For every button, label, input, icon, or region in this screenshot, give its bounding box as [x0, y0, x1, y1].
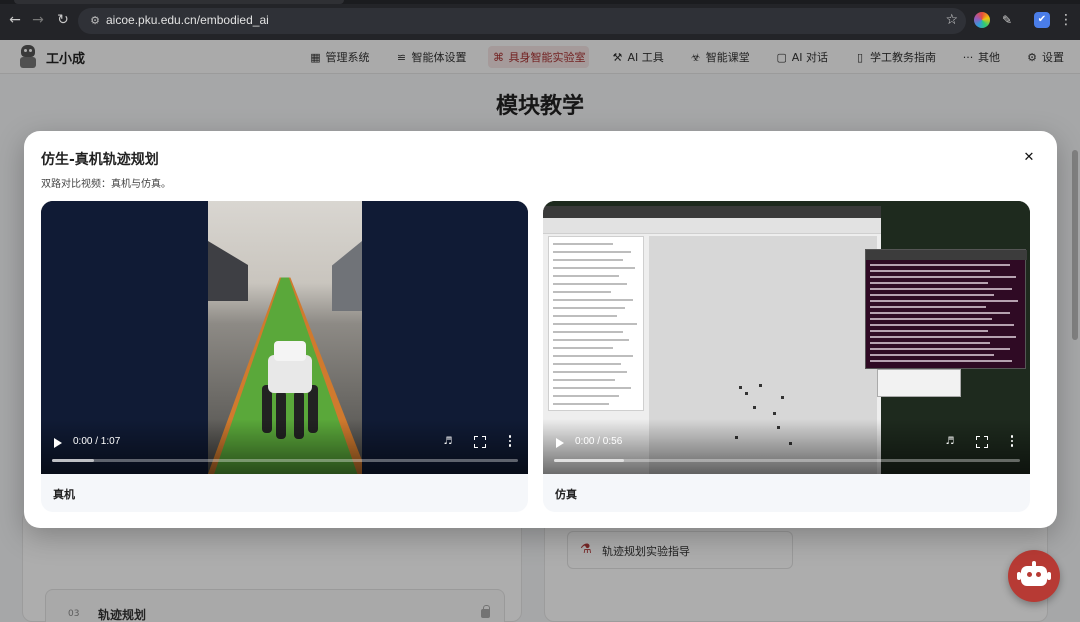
reload-icon[interactable]: ↻ — [54, 11, 72, 29]
assistant-button[interactable] — [1008, 550, 1060, 602]
video-caption-real: 真机 — [53, 488, 75, 501]
browser-chrome: ← → ↻ ⚙ aicoe.pku.edu.cn/embodied_ai ☆ ✎… — [0, 0, 1080, 40]
progress-track[interactable] — [52, 459, 518, 462]
profile-icon[interactable]: ✔ — [1034, 12, 1050, 28]
more-options-icon[interactable] — [1010, 435, 1014, 449]
bookmark-star-icon[interactable]: ☆ — [945, 12, 958, 28]
video-controls: 0:00 / 1:07 ♬ — [41, 419, 528, 474]
progress-track[interactable] — [554, 459, 1020, 462]
robot-face-icon — [1021, 566, 1047, 586]
video-controls: 0:00 / 0:56 ♬ — [543, 419, 1030, 474]
video-modal: 仿生-真机轨迹规划 双路对比视频：真机与仿真。 ✕ 0:00 / 1:07 ♬ … — [24, 131, 1057, 528]
browser-menu-icon[interactable]: ⋮ — [1058, 12, 1074, 28]
video-player-real[interactable]: 0:00 / 1:07 ♬ — [41, 201, 528, 474]
extensions-icon[interactable]: ✎ — [999, 12, 1015, 28]
video-card-real: 0:00 / 1:07 ♬ 真机 — [41, 201, 528, 512]
play-icon[interactable] — [54, 438, 62, 448]
back-icon[interactable]: ← — [6, 11, 24, 29]
robot-ear — [1047, 572, 1051, 580]
active-tab[interactable] — [14, 0, 344, 4]
fullscreen-icon[interactable] — [474, 436, 486, 448]
modal-subtitle: 双路对比视频：真机与仿真。 — [41, 179, 171, 190]
fullscreen-icon[interactable] — [976, 436, 988, 448]
address-bar[interactable]: ⚙ aicoe.pku.edu.cn/embodied_ai ☆ — [78, 8, 966, 34]
progress-buffer — [52, 459, 94, 462]
site-info-icon[interactable]: ⚙ — [87, 13, 103, 29]
modal-title: 仿生-真机轨迹规划 — [41, 152, 159, 168]
forward-icon[interactable]: → — [29, 11, 47, 29]
tab-strip — [0, 0, 1080, 4]
extension-color-icon[interactable] — [974, 12, 990, 28]
play-icon[interactable] — [556, 438, 564, 448]
rviz-displays-panel — [548, 236, 644, 411]
video-card-sim: 0:00 / 0:56 ♬ 仿真 — [543, 201, 1030, 512]
cabinet-right — [332, 241, 362, 311]
more-options-icon[interactable] — [508, 435, 512, 449]
terminal-window — [865, 249, 1027, 369]
video-time: 0:00 / 1:07 — [73, 436, 121, 447]
video-player-sim[interactable]: 0:00 / 0:56 ♬ — [543, 201, 1030, 474]
desk-left — [208, 241, 248, 301]
volume-icon[interactable]: ♬ — [442, 436, 454, 448]
video-caption-sim: 仿真 — [555, 488, 577, 501]
url-text[interactable]: aicoe.pku.edu.cn/embodied_ai — [106, 13, 269, 27]
volume-icon[interactable]: ♬ — [944, 436, 956, 448]
progress-buffer — [554, 459, 624, 462]
terminal-titlebar — [866, 250, 1027, 260]
rviz-toolbar — [543, 218, 881, 234]
video-time: 0:00 / 0:56 — [575, 436, 623, 447]
close-icon[interactable]: ✕ — [1022, 151, 1036, 165]
file-manager-window — [877, 369, 961, 397]
rviz-titlebar — [543, 206, 881, 218]
